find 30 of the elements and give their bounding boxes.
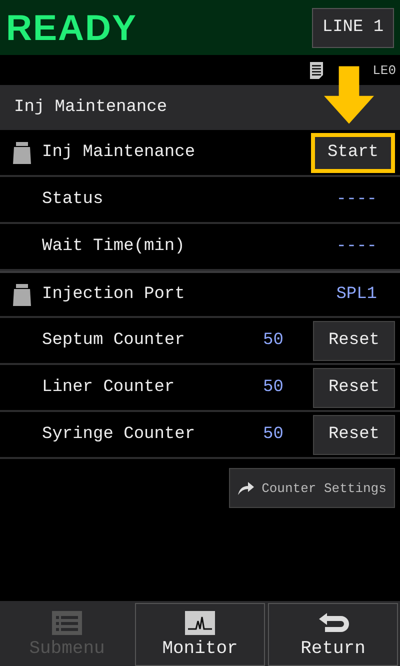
document-icon [310,62,323,78]
counter-value: 50 [263,331,284,350]
row-value: ---- [336,190,378,209]
row-label: Syringe Counter [42,425,196,444]
reset-button[interactable]: Reset [313,414,395,454]
row-value: SPL1 [336,285,378,304]
counter-settings-button[interactable]: Counter Settings [229,468,395,508]
counter-value: 50 [263,425,284,444]
row-label: Liner Counter [42,378,176,397]
counter-value: 50 [263,378,284,397]
list-icon [52,610,82,634]
status-text: READY [6,6,138,48]
return-button[interactable]: Return [268,603,398,666]
row-value: ---- [336,237,378,256]
row-label: Wait Time(min) [42,237,186,256]
file-label: LE0 [372,62,396,78]
return-icon [317,610,349,634]
row-label: Septum Counter [42,331,186,350]
row-label: Injection Port [42,285,186,304]
down-arrow-icon [324,64,374,126]
reset-button[interactable]: Reset [313,320,395,360]
monitor-button[interactable]: Monitor [135,603,265,666]
row-label: Inj Maintenance [42,143,196,162]
arrow-icon [238,481,254,495]
section-header: Inj Maintenance [0,85,400,130]
start-button[interactable]: Start [311,132,395,172]
line-button[interactable]: LINE 1 [312,8,394,48]
chromatogram-icon [185,610,215,634]
reset-button[interactable]: Reset [313,368,395,408]
row-label: Status [42,190,104,209]
